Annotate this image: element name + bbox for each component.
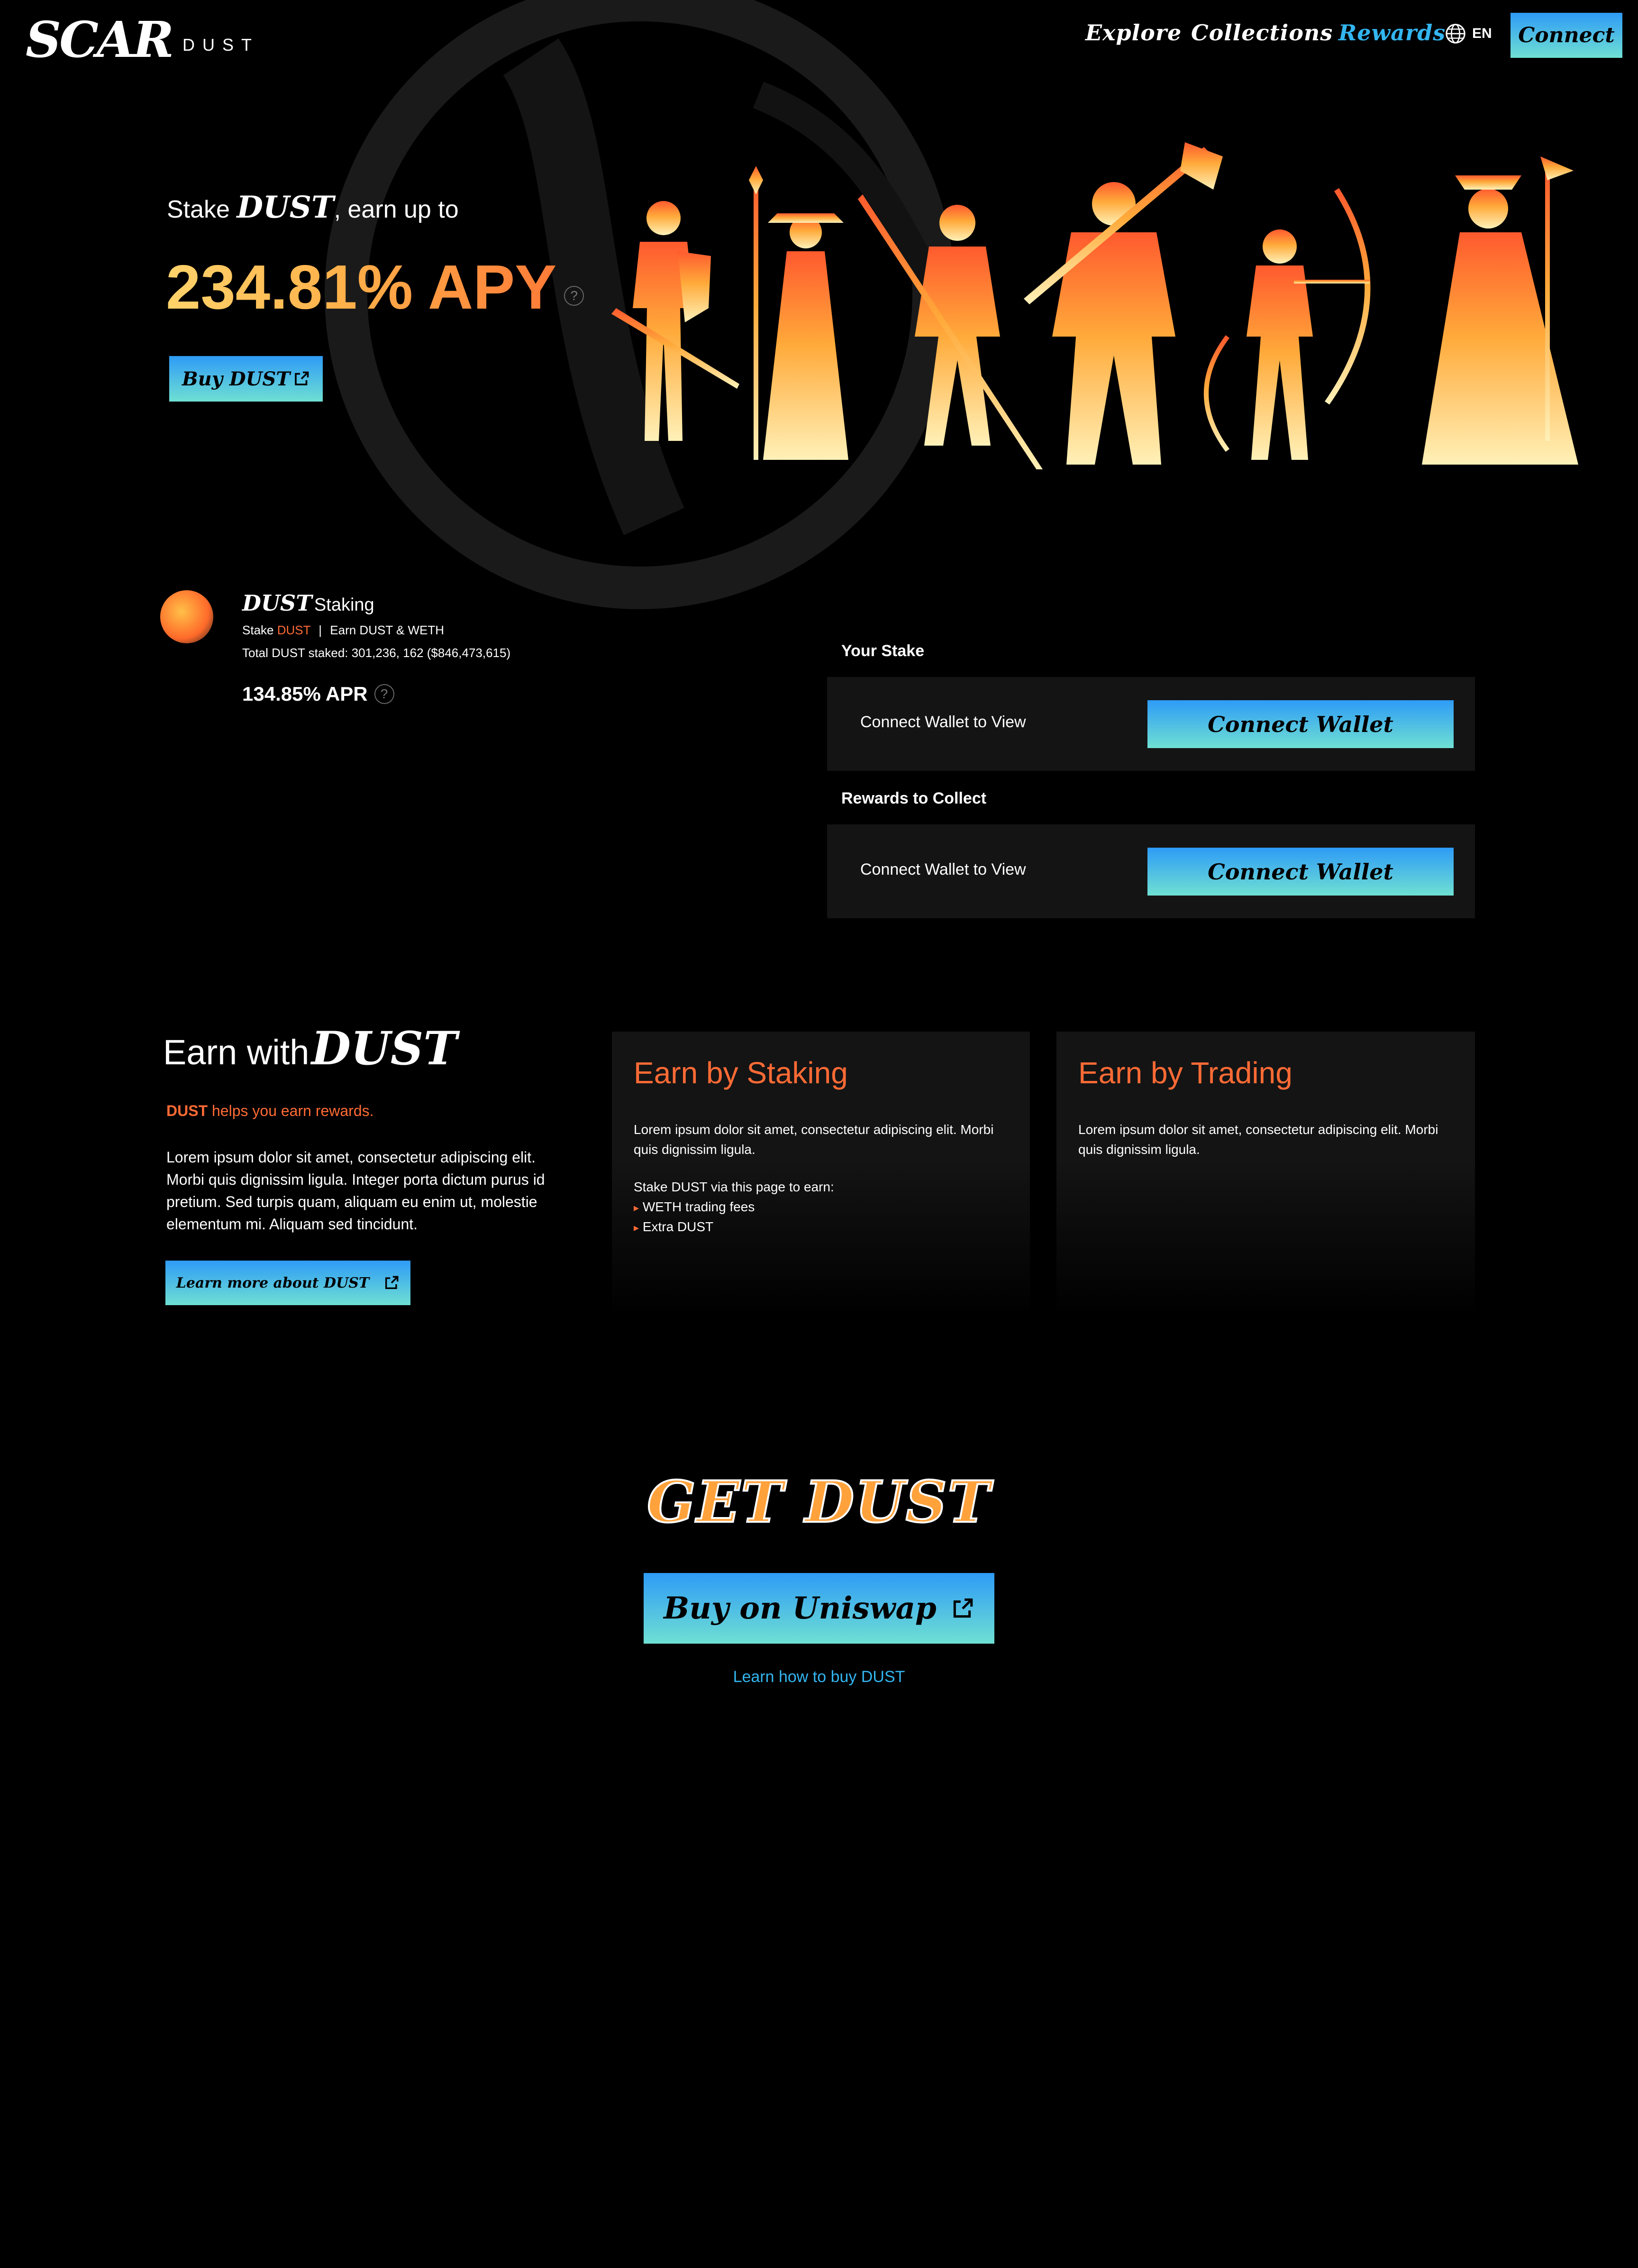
earn-by-staking-card: Earn by Staking Lorem ipsum dolor sit am…: [612, 1032, 1030, 1316]
hero-characters-illustration: [611, 142, 1578, 469]
hero-apy: 234.81% APY ?: [166, 251, 584, 323]
staking-subtitle-token: DUST: [277, 623, 311, 637]
connect-wallet-button[interactable]: Connect Wallet: [1147, 700, 1454, 748]
your-stake-label: Your Stake: [841, 642, 925, 660]
earn-title: Earn with DUST: [163, 1022, 457, 1075]
nav-collections[interactable]: Collections: [1191, 20, 1333, 46]
rewards-label: Rewards to Collect: [841, 789, 987, 807]
staking-subtitle: Stake DUST | Earn DUST & WETH: [242, 623, 445, 637]
learn-how-to-buy-link[interactable]: Learn how to buy DUST: [0, 1668, 1638, 1686]
earn-by-trading-card: Earn by Trading Lorem ipsum dolor sit am…: [1056, 1032, 1475, 1316]
buy-dust-button[interactable]: Buy DUST: [169, 356, 323, 402]
nav-explore[interactable]: Explore: [1085, 20, 1182, 46]
get-dust-title: GET DUST: [0, 1468, 1638, 1536]
card-body: Lorem ipsum dolor sit amet, consectetur …: [1078, 1122, 1438, 1157]
total-staked: Total DUST staked: 301,236, 162 ($846,47…: [242, 646, 511, 660]
logo[interactable]: SCAR DUST: [26, 10, 259, 69]
language-selector[interactable]: EN: [1445, 23, 1492, 45]
your-stake-panel: Connect Wallet to View Connect Wallet: [827, 677, 1475, 771]
external-link-icon: [385, 1276, 399, 1289]
help-icon[interactable]: ?: [564, 285, 584, 306]
list-item: ▸ WETH trading fees: [634, 1199, 755, 1214]
external-link-icon: [295, 371, 309, 385]
your-stake-connect-text: Connect Wallet to View: [860, 713, 1026, 731]
bullet-icon: ▸: [634, 1222, 639, 1234]
connect-button[interactable]: Connect: [1511, 13, 1622, 58]
staking-avatar: [160, 590, 213, 643]
help-icon[interactable]: ?: [374, 684, 394, 704]
card-intro: Stake DUST via this page to earn:: [634, 1180, 834, 1194]
logo-dust: DUST: [182, 35, 259, 55]
list-item: ▸ Extra DUST: [634, 1219, 714, 1234]
hero-stake-token: DUST: [237, 190, 334, 225]
hero-stake-line: Stake DUST, earn up to: [167, 190, 459, 225]
apy-value: 234.81% APY: [166, 252, 557, 322]
staking-title-token: DUST: [242, 590, 312, 616]
card-title: Earn by Staking: [634, 1056, 848, 1090]
bullet-icon: ▸: [634, 1202, 639, 1214]
external-link-icon: [953, 1598, 973, 1618]
globe-icon: [1446, 24, 1465, 44]
connect-wallet-button[interactable]: Connect Wallet: [1147, 848, 1454, 896]
card-body: Lorem ipsum dolor sit amet, consectetur …: [634, 1122, 994, 1157]
earn-tagline: DUST helps you earn rewards.: [166, 1102, 374, 1119]
learn-more-button[interactable]: Learn more about DUST: [165, 1261, 410, 1305]
card-title: Earn by Trading: [1078, 1056, 1292, 1090]
language-label: EN: [1472, 26, 1492, 41]
apr-value: 134.85% APR: [242, 683, 368, 705]
staking-title: DUST Staking: [242, 590, 374, 616]
buy-on-uniswap-button[interactable]: Buy on Uniswap: [644, 1573, 994, 1644]
header: SCAR DUST Explore Collections Rewards EN…: [0, 0, 1638, 71]
staking-apr: 134.85% APR ?: [242, 683, 394, 705]
earn-title-token: DUST: [311, 1022, 457, 1075]
rewards-panel: Connect Wallet to View Connect Wallet: [827, 824, 1475, 918]
staking-title-word: Staking: [314, 595, 374, 615]
logo-scar: SCAR: [26, 10, 174, 69]
earn-description: Lorem ipsum dolor sit amet, consectetur …: [166, 1149, 545, 1233]
nav-rewards[interactable]: Rewards: [1338, 20, 1446, 46]
rewards-connect-text: Connect Wallet to View: [860, 860, 1026, 878]
